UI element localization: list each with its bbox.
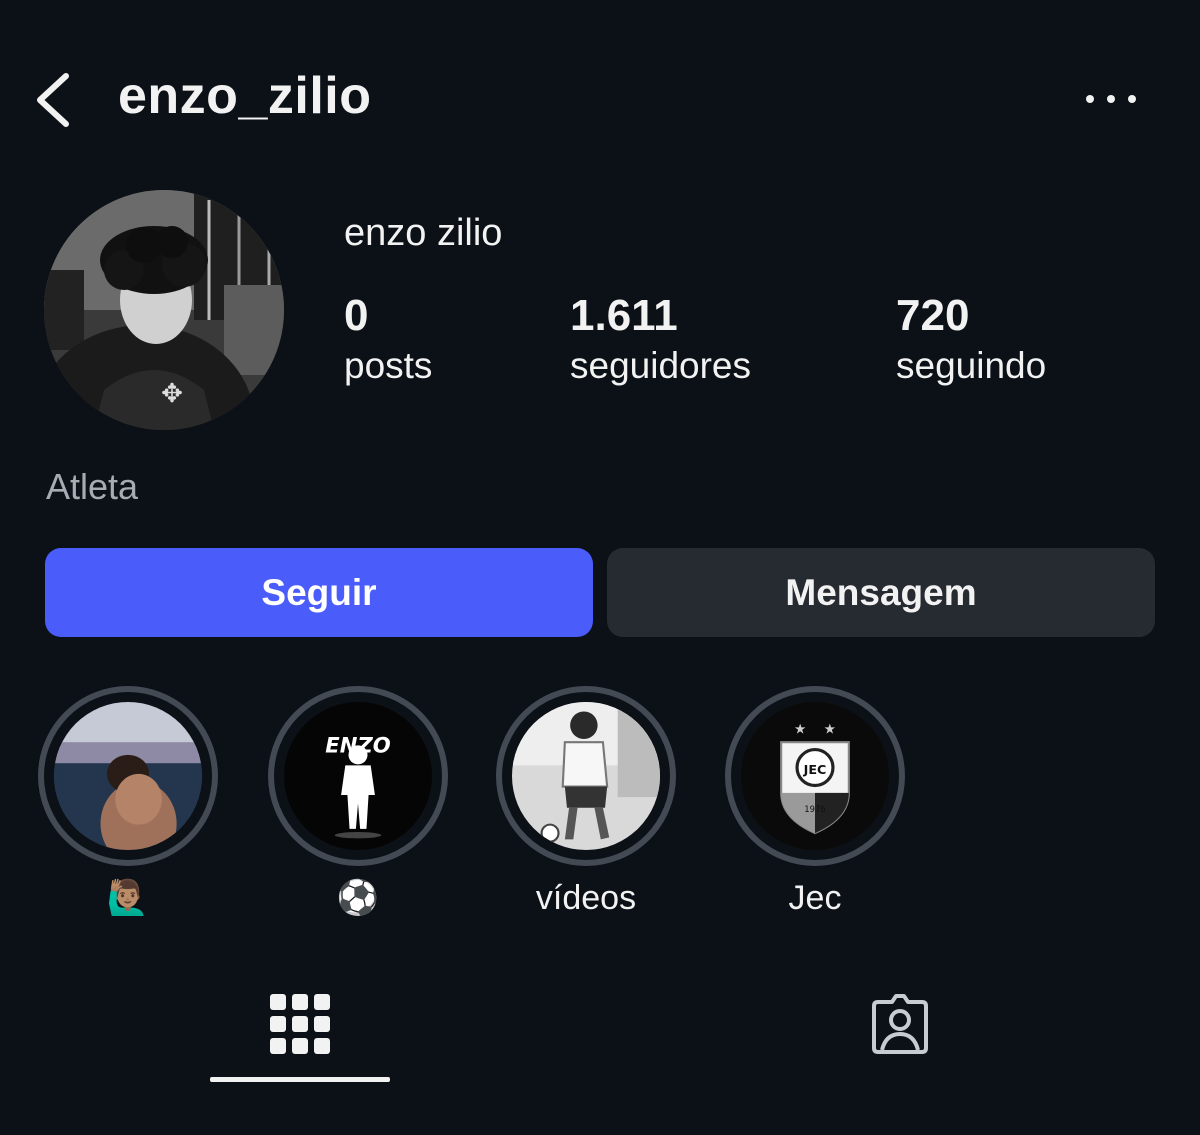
svg-text:JEC: JEC <box>803 762 827 777</box>
tagged-person-icon <box>872 994 928 1054</box>
story-highlight[interactable]: 🙋🏽‍♂️ <box>38 686 218 918</box>
posts-stat[interactable]: 0 posts <box>344 290 432 390</box>
svg-text:✥: ✥ <box>161 379 183 409</box>
message-button[interactable]: Mensagem <box>607 548 1155 637</box>
story-highlight[interactable]: vídeos <box>496 686 676 918</box>
posts-count: 0 <box>344 291 369 340</box>
highlight-label: ⚽ <box>336 879 380 917</box>
grid-icon <box>270 994 330 1054</box>
profile-page: enzo_zilio ✥ enzo zilio 0 posts 1.611 se… <box>0 0 1200 1135</box>
highlight-thumbnail <box>512 702 660 850</box>
bio-category: Atleta <box>46 466 139 507</box>
followers-label: seguidores <box>570 345 752 386</box>
posts-label: posts <box>344 345 433 386</box>
highlight-label: Jec <box>788 879 842 917</box>
more-options-button[interactable] <box>1086 84 1136 114</box>
avatar[interactable]: ✥ <box>44 190 284 430</box>
page-title: enzo_zilio <box>118 67 372 125</box>
back-button[interactable] <box>32 70 76 130</box>
highlight-ring: ★ ★ JEC 1976 <box>725 686 905 866</box>
story-highlight[interactable]: ENZO ⚽ <box>268 686 448 918</box>
highlight-thumbnail <box>54 702 202 850</box>
followers-stat[interactable]: 1.611 seguidores <box>570 290 751 390</box>
following-count: 720 <box>896 291 970 340</box>
highlight-thumbnail: ENZO <box>284 702 432 850</box>
highlight-ring <box>38 686 218 866</box>
svg-text:★: ★ <box>824 722 836 738</box>
display-name: enzo zilio <box>344 212 503 254</box>
more-horizontal-icon <box>1086 95 1094 103</box>
svg-text:1976: 1976 <box>804 804 825 814</box>
following-stat[interactable]: 720 seguindo <box>896 290 1046 390</box>
svg-text:★: ★ <box>794 722 806 738</box>
highlight-thumbnail: ★ ★ JEC 1976 <box>741 702 889 850</box>
tab-posts-grid[interactable] <box>210 970 390 1082</box>
highlight-ring: ENZO <box>268 686 448 866</box>
followers-count: 1.611 <box>570 291 678 340</box>
active-tab-indicator <box>210 1077 390 1082</box>
highlight-label: vídeos <box>535 879 637 917</box>
profile-photo: ✥ <box>44 190 284 430</box>
highlight-ring <box>496 686 676 866</box>
following-label: seguindo <box>896 345 1047 386</box>
chevron-left-icon <box>37 73 69 127</box>
highlight-label: 🙋🏽‍♂️ <box>106 879 150 917</box>
story-highlight[interactable]: ★ ★ JEC 1976 Jec <box>725 686 905 918</box>
follow-button[interactable]: Seguir <box>45 548 593 637</box>
tab-tagged[interactable] <box>810 970 990 1082</box>
